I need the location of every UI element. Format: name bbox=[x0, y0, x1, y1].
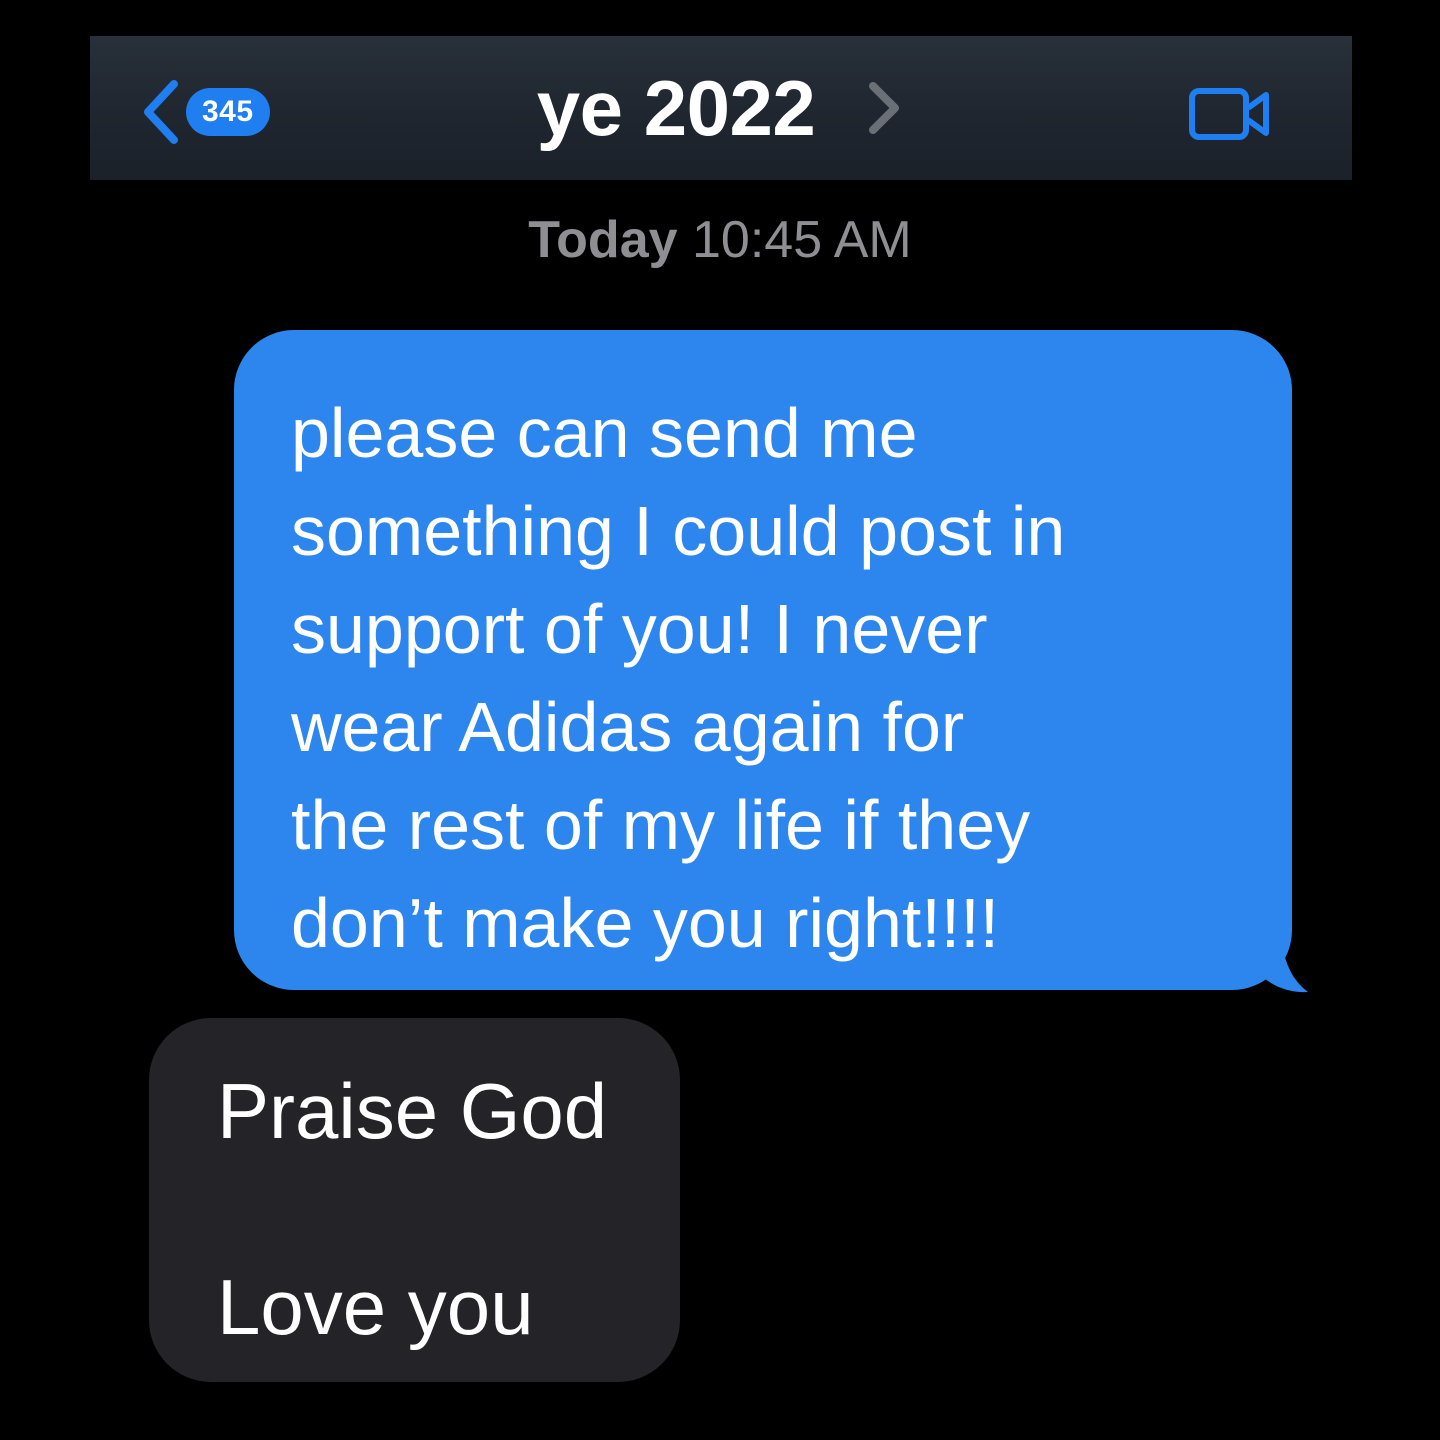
message-line: the rest of my life if they bbox=[291, 786, 1031, 864]
timestamp-time: 10:45 AM bbox=[692, 211, 912, 269]
message-line: wear Adidas again for bbox=[291, 688, 965, 766]
incoming-message-bubble[interactable]: Praise God Love you bbox=[149, 1018, 680, 1382]
chevron-right-icon bbox=[869, 82, 900, 134]
message-line: don’t make you right!!!! bbox=[291, 884, 1000, 962]
contact-name: ye 2022 bbox=[536, 63, 816, 152]
unread-count-badge: 345 bbox=[186, 88, 270, 136]
video-camera-icon[interactable] bbox=[1188, 86, 1272, 142]
message-timestamp: Today 10:45 AM bbox=[0, 210, 1440, 270]
messages-screen: 345 ye 2022 Today 10:45 AM please can se… bbox=[0, 0, 1440, 1440]
back-button[interactable]: 345 bbox=[140, 80, 270, 144]
timestamp-day: Today bbox=[528, 211, 678, 269]
contact-header: ye 2022 bbox=[90, 36, 1352, 180]
chevron-left-icon bbox=[144, 80, 178, 144]
message-line: support of you! I never bbox=[291, 590, 988, 668]
cropped-timestamp bbox=[505, 1398, 785, 1408]
message-line: Praise God bbox=[217, 1067, 608, 1155]
message-line: something I could post in bbox=[291, 492, 1066, 570]
contact-details-button[interactable]: ye 2022 bbox=[537, 63, 903, 154]
message-line: Love you bbox=[217, 1263, 534, 1351]
conversation-header: 345 ye 2022 bbox=[90, 36, 1352, 180]
message-line: please can send me bbox=[291, 394, 918, 472]
outgoing-message-bubble[interactable]: please can send me something I could pos… bbox=[234, 330, 1292, 990]
